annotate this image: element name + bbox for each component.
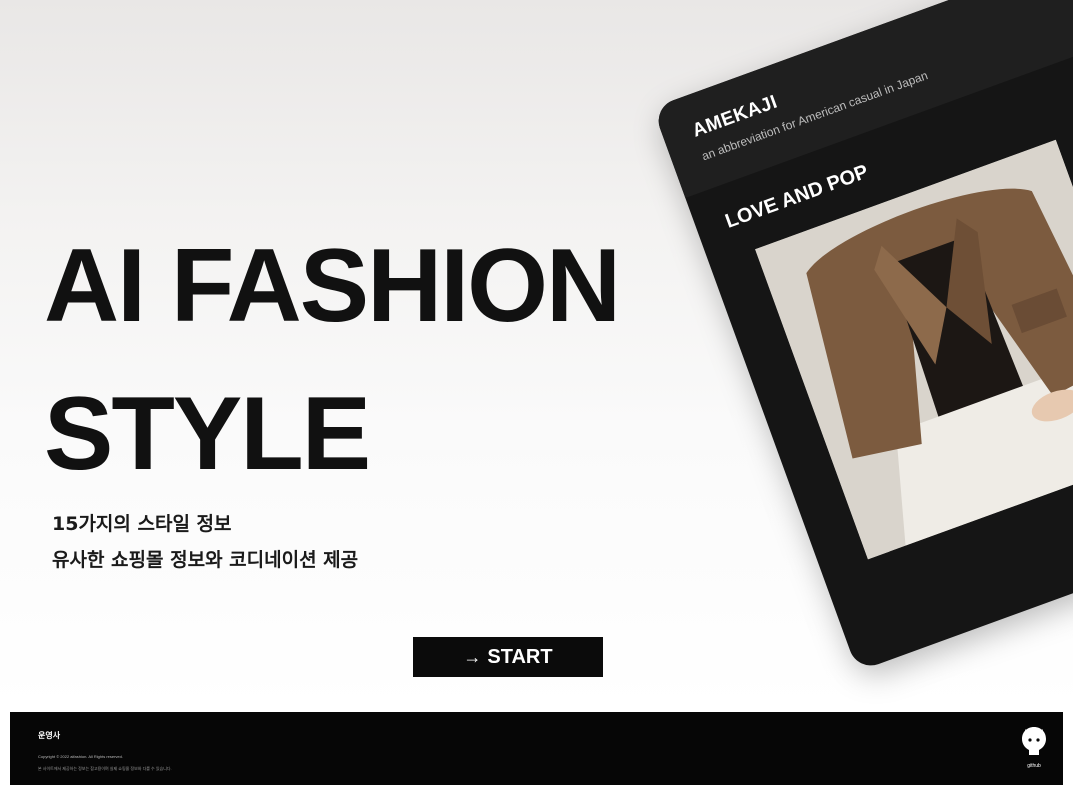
hero-title-line-2: STYLE bbox=[44, 376, 371, 492]
arrow-right-icon: → bbox=[463, 646, 482, 667]
hero-title-line-1: AI FASHION bbox=[44, 228, 621, 344]
subtitle-line-2: 유사한 쇼핑몰 정보와 코디네이션 제공 bbox=[52, 549, 359, 571]
footer-brand: 운영사 bbox=[38, 731, 61, 740]
github-link[interactable]: github bbox=[1018, 726, 1050, 774]
start-button[interactable]: → START bbox=[413, 637, 603, 677]
hero-subtitle: 15가지의 스타일 정보 유사한 쇼핑몰 정보와 코디네이션 제공 bbox=[52, 506, 358, 578]
github-label: github bbox=[1027, 763, 1041, 769]
start-button-label: START bbox=[487, 645, 553, 668]
footer: 운영사 Copyright © 2022 aifashion. All Righ… bbox=[10, 712, 1063, 785]
landing-page: AMEKAJI an abbreviation for American cas… bbox=[0, 0, 1073, 785]
footer-copyright: Copyright © 2022 aifashion. All Rights r… bbox=[38, 754, 123, 759]
hero-title: AI FASHION STYLE bbox=[44, 212, 621, 508]
subtitle-line-1: 15가지의 스타일 정보 bbox=[52, 513, 232, 535]
footer-notice: 본 사이트에서 제공하는 정보는 참고용이며 실제 쇼핑몰 정보와 다를 수 있… bbox=[38, 766, 172, 771]
github-icon bbox=[1022, 727, 1046, 755]
